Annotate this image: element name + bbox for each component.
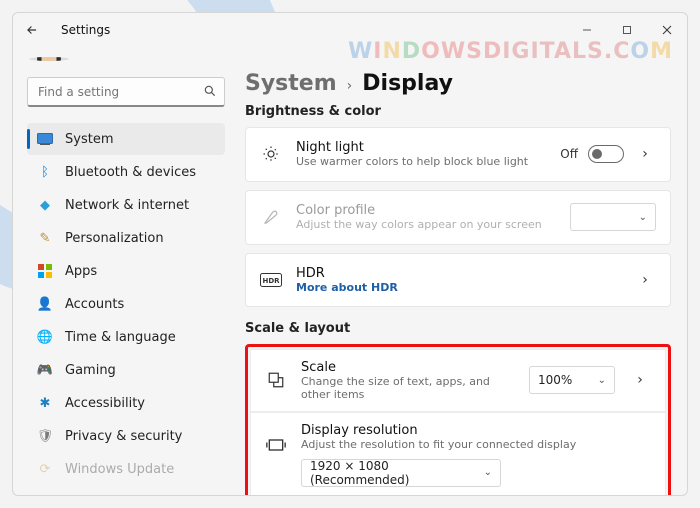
expand-icon[interactable]: › — [634, 272, 656, 288]
nav-label: Windows Update — [65, 462, 174, 477]
bluetooth-icon: ᛒ — [37, 164, 53, 180]
section-brightness: Brightness & color — [245, 104, 671, 119]
nav-label: Accounts — [65, 297, 124, 312]
resolution-icon — [265, 437, 287, 453]
nav-personalization[interactable]: ✎ Personalization — [27, 222, 225, 254]
system-icon — [37, 131, 53, 147]
row-night-light[interactable]: Night light Use warmer colors to help bl… — [245, 127, 671, 182]
expand-icon[interactable]: › — [629, 372, 651, 388]
search-input[interactable] — [27, 77, 225, 107]
nav-label: Bluetooth & devices — [65, 165, 196, 180]
minimize-button[interactable] — [567, 16, 607, 44]
gaming-icon: 🎮 — [37, 362, 53, 378]
window-title: Settings — [61, 23, 110, 37]
scale-subtitle: Change the size of text, apps, and other… — [301, 375, 515, 401]
settings-window: Settings WINDOWSDIGITALS.COM System ᛒBlu… — [12, 12, 688, 496]
back-button[interactable] — [21, 19, 43, 41]
nav-label: Gaming — [65, 363, 116, 378]
color-profile-dropdown: ⌄ — [570, 203, 656, 231]
expand-icon[interactable]: › — [634, 146, 656, 162]
nav-privacy[interactable]: 🛡 Privacy & security — [27, 420, 225, 452]
breadcrumb-system[interactable]: System — [245, 71, 337, 96]
night-light-toggle[interactable] — [588, 145, 624, 163]
night-light-state: Off — [560, 147, 578, 161]
color-profile-subtitle: Adjust the way colors appear on your scr… — [296, 218, 556, 232]
nav-label: Accessibility — [65, 396, 145, 411]
accessibility-icon: ✱ — [37, 395, 53, 411]
avatar[interactable] — [29, 57, 69, 61]
nav-accounts[interactable]: 👤 Accounts — [27, 288, 225, 320]
section-scale: Scale & layout — [245, 321, 671, 336]
hdr-icon: HDR — [260, 273, 282, 287]
nav-label: Time & language — [65, 330, 176, 345]
chevron-down-icon: ⌄ — [639, 212, 647, 223]
night-light-title: Night light — [296, 140, 546, 155]
row-color-profile: Color profile Adjust the way colors appe… — [245, 190, 671, 245]
close-button[interactable] — [647, 16, 687, 44]
breadcrumb: System › Display — [245, 71, 671, 96]
update-icon: ⟳ — [37, 461, 53, 477]
nav-label: Privacy & security — [65, 429, 182, 444]
hdr-link[interactable]: More about HDR — [296, 281, 620, 294]
chevron-down-icon: ⌄ — [484, 467, 492, 478]
night-light-icon — [260, 145, 282, 163]
nav-label: Personalization — [65, 231, 164, 246]
hdr-title: HDR — [296, 266, 620, 281]
scale-icon — [265, 371, 287, 389]
time-icon: 🌐 — [37, 329, 53, 345]
maximize-button[interactable] — [607, 16, 647, 44]
nav-time[interactable]: 🌐 Time & language — [27, 321, 225, 353]
color-profile-title: Color profile — [296, 203, 556, 218]
color-profile-icon — [260, 208, 282, 226]
nav-label: System — [65, 132, 113, 147]
resolution-title: Display resolution — [301, 423, 651, 438]
resolution-subtitle: Adjust the resolution to fit your connec… — [301, 438, 651, 451]
scale-title: Scale — [301, 360, 515, 375]
nav-update[interactable]: ⟳ Windows Update — [27, 453, 225, 485]
apps-icon — [37, 263, 53, 279]
privacy-icon: 🛡 — [37, 428, 53, 444]
row-scale[interactable]: Scale Change the size of text, apps, and… — [250, 349, 666, 412]
nav-apps[interactable]: Apps — [27, 255, 225, 287]
night-light-subtitle: Use warmer colors to help block blue lig… — [296, 155, 546, 169]
titlebar: Settings — [13, 13, 687, 47]
accounts-icon: 👤 — [37, 296, 53, 312]
resolution-dropdown[interactable]: 1920 × 1080 (Recommended)⌄ — [301, 459, 501, 487]
row-resolution[interactable]: Display resolution Adjust the resolution… — [250, 412, 666, 496]
nav-label: Apps — [65, 264, 97, 279]
search-icon — [203, 84, 217, 98]
nav-accessibility[interactable]: ✱ Accessibility — [27, 387, 225, 419]
search-field[interactable] — [27, 77, 225, 107]
scale-dropdown[interactable]: 100%⌄ — [529, 366, 615, 394]
personalization-icon: ✎ — [37, 230, 53, 246]
nav-bluetooth[interactable]: ᛒ Bluetooth & devices — [27, 156, 225, 188]
nav-label: Network & internet — [65, 198, 189, 213]
highlight-box: Scale Change the size of text, apps, and… — [245, 344, 671, 496]
main-content: System › Display Brightness & color Nigh… — [239, 47, 687, 495]
nav-network[interactable]: ◆ Network & internet — [27, 189, 225, 221]
nav-gaming[interactable]: 🎮 Gaming — [27, 354, 225, 386]
chevron-down-icon: ⌄ — [598, 375, 606, 386]
sidebar: System ᛒ Bluetooth & devices ◆ Network & i… — [13, 47, 239, 495]
nav-system[interactable]: System — [27, 123, 225, 155]
network-icon: ◆ — [37, 197, 53, 213]
breadcrumb-display: Display — [362, 71, 453, 96]
nav-list: System ᛒ Bluetooth & devices ◆ Network & i… — [27, 123, 225, 485]
svg-text:HDR: HDR — [262, 277, 280, 285]
chevron-right-icon: › — [347, 78, 353, 94]
row-hdr[interactable]: HDR HDR More about HDR › — [245, 253, 671, 307]
